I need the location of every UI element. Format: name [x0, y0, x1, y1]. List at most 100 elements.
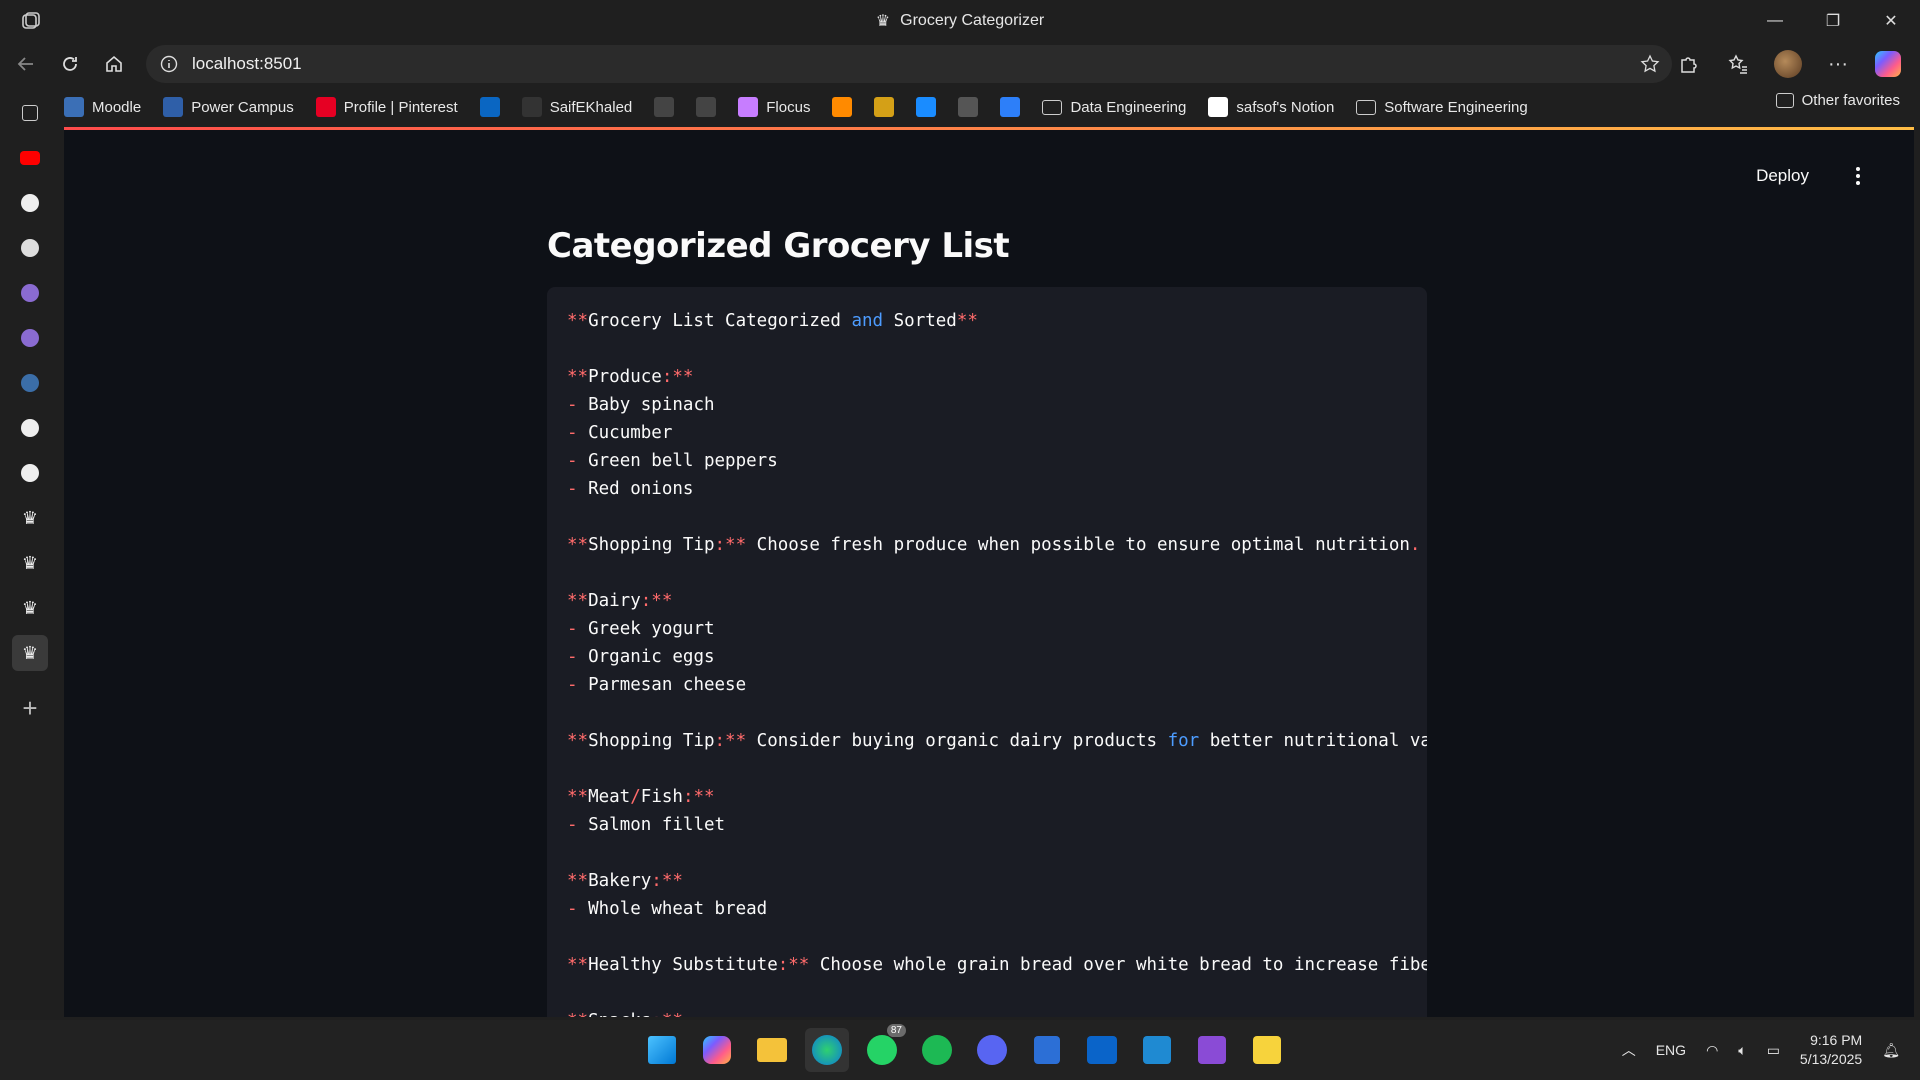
- file-explorer-taskbar-button[interactable]: [750, 1028, 794, 1072]
- favorite-star-icon[interactable]: [1640, 54, 1660, 74]
- edge-taskbar-button[interactable]: [805, 1028, 849, 1072]
- workspaces-icon[interactable]: [20, 10, 42, 32]
- home-button[interactable]: [92, 44, 136, 84]
- spotify-taskbar-button[interactable]: [915, 1028, 959, 1072]
- code-token: :**: [714, 731, 747, 751]
- code-line: **Healthy Substitute:** Choose whole gra…: [567, 951, 1427, 979]
- code-token: Red onions: [577, 479, 694, 499]
- favorite-item[interactable]: [874, 92, 895, 122]
- minimize-button[interactable]: —: [1746, 0, 1804, 41]
- favorite-item[interactable]: Software Engineering: [1356, 92, 1528, 122]
- visual-studio-taskbar-button[interactable]: [1190, 1028, 1234, 1072]
- outlook-taskbar-button[interactable]: [1080, 1028, 1124, 1072]
- clock[interactable]: 9:16 PM 5/13/2025: [1800, 1031, 1862, 1069]
- window-title-group: ♛ Grocery Categorizer: [876, 11, 1044, 31]
- sticky-notes-taskbar-button[interactable]: [1245, 1028, 1289, 1072]
- copilot-button[interactable]: [1866, 44, 1910, 84]
- whatsapp-taskbar-button[interactable]: 87: [860, 1024, 906, 1072]
- discord-taskbar-button[interactable]: [970, 1028, 1014, 1072]
- youtube-icon: [20, 151, 40, 165]
- favorites-button[interactable]: [1716, 44, 1760, 84]
- favorite-label: Data Engineering: [1070, 98, 1187, 116]
- app-purple-sidebar-button[interactable]: [12, 275, 48, 311]
- power-sidebar-button[interactable]: [12, 410, 48, 446]
- main-menu-button[interactable]: [1848, 164, 1868, 188]
- code-line: - Green bell peppers: [567, 447, 1427, 475]
- profile-button[interactable]: [1766, 44, 1810, 84]
- openai-sidebar-button[interactable]: [12, 230, 48, 266]
- info-icon[interactable]: [160, 55, 178, 73]
- code-token: **: [567, 955, 589, 975]
- vscode-taskbar-button[interactable]: [1135, 1028, 1179, 1072]
- code-token: **: [567, 1011, 588, 1017]
- favorite-item[interactable]: safsof's Notion: [1208, 92, 1334, 122]
- crown-sidebar-button[interactable]: ♛: [12, 635, 48, 671]
- favorite-item[interactable]: [696, 92, 717, 122]
- crown-sidebar-button[interactable]: ♛: [12, 590, 48, 626]
- favorite-item[interactable]: [958, 92, 979, 122]
- favorite-item[interactable]: [916, 92, 937, 122]
- windows-start-taskbar-button[interactable]: [640, 1028, 684, 1072]
- crown-icon: ♛: [875, 12, 891, 30]
- folder-icon: [1042, 99, 1063, 115]
- favorite-item[interactable]: SaifEKhaled: [521, 92, 632, 122]
- code-token: **: [567, 367, 589, 387]
- other-favorites-label: Other favorites: [1801, 92, 1900, 109]
- code-line: **Grocery List Categorized and Sorted**: [567, 307, 1427, 335]
- x-orange-icon: [832, 97, 853, 117]
- code-token: Healthy Substitute: [588, 955, 778, 975]
- github-sidebar-button[interactable]: [12, 455, 48, 491]
- power-icon: [21, 419, 39, 437]
- crown-sidebar-button[interactable]: ♛: [12, 545, 48, 581]
- favorite-item[interactable]: [1000, 92, 1021, 122]
- restore-button[interactable]: ❐: [1804, 0, 1862, 41]
- sticky-notes-icon: [1253, 1036, 1281, 1064]
- favorite-item[interactable]: Flocus: [738, 92, 810, 122]
- url-text[interactable]: localhost:8501: [192, 54, 302, 74]
- vertical-sidebar: ♛ ♛ ♛ ♛ +: [0, 87, 60, 1020]
- code-token: :**: [651, 871, 683, 891]
- deploy-button[interactable]: Deploy: [1756, 166, 1809, 186]
- copilot-taskbar-button[interactable]: [695, 1028, 739, 1072]
- code-token: Whole wheat bread: [577, 899, 768, 919]
- system-tray: ︿ ENG ◠ 🔈︎ ▭ 9:16 PM 5/13/2025 🔔︎: [1622, 1020, 1900, 1080]
- refresh-button[interactable]: [48, 44, 92, 84]
- favorite-item[interactable]: [832, 92, 853, 122]
- app-purple-sidebar-button[interactable]: [12, 320, 48, 356]
- battery-icon[interactable]: ▭: [1767, 1042, 1780, 1059]
- crown-icon: ♛: [21, 642, 39, 663]
- code-token: :**: [661, 367, 694, 387]
- code-token: Organic eggs: [577, 647, 715, 667]
- github-sidebar-button[interactable]: [12, 185, 48, 221]
- extensions-button[interactable]: [1666, 44, 1710, 84]
- shield-app-taskbar-button[interactable]: [1025, 1028, 1069, 1072]
- back-button[interactable]: [4, 44, 48, 84]
- code-token: -: [567, 815, 578, 835]
- other-favorites-button[interactable]: Other favorites: [1775, 92, 1900, 109]
- code-token: for: [1167, 731, 1200, 751]
- favorite-item[interactable]: Profile | Pinterest: [315, 92, 458, 122]
- more-options-button[interactable]: ···: [1816, 44, 1860, 84]
- code-token: and: [851, 311, 884, 331]
- tabs-sidebar-button[interactable]: [12, 95, 48, 131]
- favorite-item[interactable]: [654, 92, 675, 122]
- youtube-sidebar-button[interactable]: [12, 140, 48, 176]
- favorite-item[interactable]: Power Campus: [163, 92, 294, 122]
- show-hidden-icons-button[interactable]: ︿: [1622, 1040, 1636, 1060]
- language-indicator[interactable]: ENG: [1656, 1042, 1686, 1058]
- flutter-sidebar-button[interactable]: [12, 365, 48, 401]
- favorite-item[interactable]: Moodle: [64, 92, 141, 122]
- close-button[interactable]: ✕: [1862, 0, 1920, 41]
- address-bar[interactable]: localhost:8501: [146, 45, 1672, 83]
- favorite-item[interactable]: [479, 92, 500, 122]
- favorite-item[interactable]: Data Engineering: [1042, 92, 1186, 122]
- code-token: Produce: [588, 367, 662, 387]
- wifi-icon[interactable]: ◠: [1706, 1042, 1718, 1059]
- crown-sidebar-button[interactable]: ♛: [12, 500, 48, 536]
- code-line: - Parmesan cheese: [567, 671, 1427, 699]
- notifications-icon[interactable]: 🔔︎: [1882, 1042, 1900, 1059]
- add-sidebar-button[interactable]: +: [12, 690, 48, 726]
- add-icon: +: [22, 692, 38, 723]
- volume-icon[interactable]: 🔈︎: [1738, 1042, 1746, 1059]
